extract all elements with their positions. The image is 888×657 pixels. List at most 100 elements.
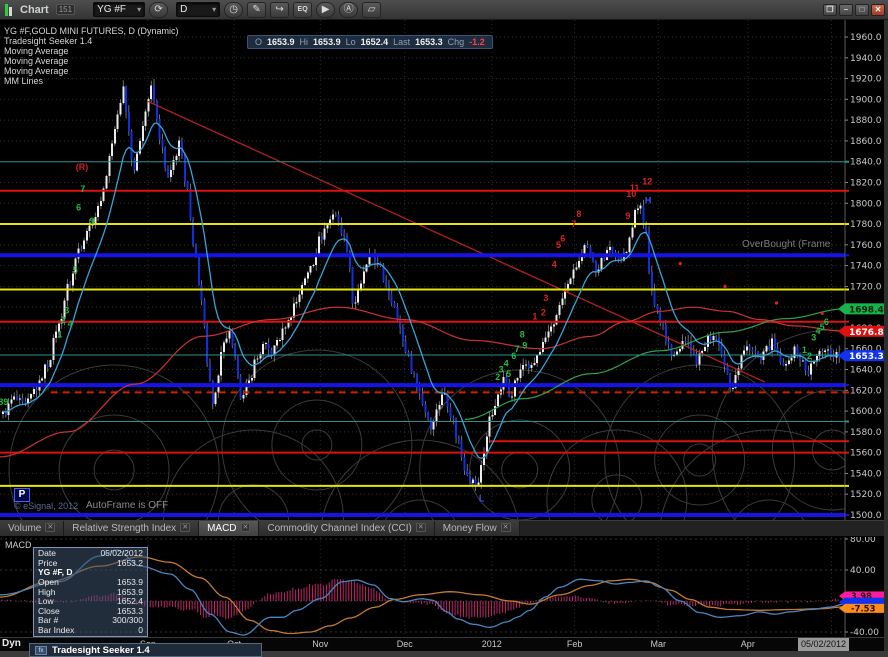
svg-text:1740.0: 1740.0 [850, 262, 882, 272]
svg-text:1676.8: 1676.8 [849, 328, 884, 338]
tab-macd[interactable]: MACD ✕ [199, 521, 260, 536]
tradesight-icon: fx [35, 645, 47, 655]
macd-pane[interactable]: 80.00 40.00 -40.00 3.98 -7.53 MACD Date 05/02… [0, 537, 888, 637]
svg-text:40.00: 40.00 [850, 566, 876, 576]
svg-text:1: 1 [532, 312, 537, 322]
chevron-down-icon: ▾ [137, 5, 142, 14]
quote-value: 1653.9 [313, 37, 341, 47]
svg-text:4: 4 [552, 260, 557, 270]
svg-text:1520.0: 1520.0 [850, 490, 882, 500]
tooltip-row: YG #F, D [38, 567, 73, 578]
chart-badge: 151 [55, 4, 76, 15]
symbol-refresh-button[interactable]: ⟳ [149, 1, 169, 18]
tab-relative-strength-index[interactable]: Relative Strength Index ✕ [64, 521, 200, 536]
svg-text:4: 4 [68, 319, 73, 329]
page-marker-badge[interactable]: P [14, 488, 30, 502]
quote-label: O [255, 37, 263, 47]
svg-text:H: H [645, 195, 652, 205]
tooltip-row: Bar Index 0 [38, 625, 143, 635]
quote-value: 1653.3 [415, 37, 443, 47]
svg-text:2: 2 [61, 315, 66, 325]
svg-text:1720.0: 1720.0 [850, 282, 882, 292]
time-axis-label: 2012 [481, 639, 502, 649]
cursor-data-tooltip: Date 05/02/2012 Price 1653.2 YG #F, D Open 165… [33, 547, 148, 637]
svg-text:12: 12 [642, 177, 652, 187]
chevron-down-icon: ▾ [212, 5, 217, 14]
legend-line: Moving Average [4, 56, 69, 66]
svg-text:(R): (R) [76, 162, 89, 172]
svg-text:5: 5 [506, 369, 511, 379]
tooltip-row: Open 1653.9 [38, 576, 143, 587]
svg-text:1580.0: 1580.0 [850, 428, 882, 438]
svg-text:1940.0: 1940.0 [850, 54, 882, 64]
interval-value: D [180, 4, 188, 15]
svg-text:1760.0: 1760.0 [850, 241, 882, 251]
svg-text:7: 7 [571, 219, 576, 229]
quote-label: Chg [447, 37, 465, 47]
restore-button[interactable]: ❐ [823, 3, 837, 16]
tab-money-flow[interactable]: Money Flow ✕ [434, 521, 520, 536]
tradesight-status-box: fx Tradesight Seeker 1.4 [29, 643, 262, 657]
svg-text:1640.0: 1640.0 [850, 366, 882, 376]
svg-text:1780.0: 1780.0 [850, 220, 882, 230]
svg-text:9: 9 [522, 341, 527, 351]
quote-value: 1653.9 [267, 37, 295, 47]
svg-text:1820.0: 1820.0 [850, 178, 882, 188]
svg-text:1620.0: 1620.0 [850, 386, 882, 396]
svg-text:1880.0: 1880.0 [850, 116, 882, 126]
time-axis-label: Feb [566, 639, 583, 649]
symbol-combo[interactable]: YG #F ▾ [93, 2, 146, 17]
svg-text:9: 9 [625, 211, 630, 221]
maximize-button[interactable]: □ [855, 3, 869, 16]
svg-text:1: 1 [57, 329, 62, 339]
svg-text:80.00: 80.00 [850, 537, 876, 545]
tradesight-status-text: Tradesight Seeker 1.4 [52, 644, 150, 656]
svg-text:9: 9 [90, 216, 95, 226]
close-tab-icon[interactable]: ✕ [500, 523, 511, 532]
price-chart-pane[interactable]: 89 1 2 3 4 5 6 7 9 (R) 2 3 4 5 6 7 8 9 1 2 3 4 5 6 7 8 9 10 11 12 H L 1 2… [0, 20, 888, 520]
close-tab-icon[interactable]: ✕ [180, 523, 191, 532]
interval-clock-button[interactable]: ◷ [224, 1, 244, 18]
svg-text:1800.0: 1800.0 [850, 199, 882, 209]
dynamic-mode-label: Dyn [2, 638, 21, 649]
svg-text:1900.0: 1900.0 [850, 95, 882, 105]
quote-bar: O 1653.9 Hi 1653.9 Lo 1652.4 Last 1653.3 Chg -1.2 [247, 35, 493, 49]
close-tab-icon[interactable]: ✕ [45, 523, 56, 532]
eraser-button[interactable]: ▱ [362, 1, 382, 18]
quote-value: -1.2 [469, 37, 485, 47]
svg-text:4: 4 [504, 358, 509, 368]
svg-text:1840.0: 1840.0 [850, 158, 882, 168]
close-tab-icon[interactable]: ✕ [415, 523, 426, 532]
svg-text:1960.0: 1960.0 [850, 33, 882, 43]
overbought-frame-label: OverBought (Frame [742, 239, 831, 250]
quote-label: Lo [345, 37, 356, 47]
formula-eq-button[interactable]: EQ [293, 1, 313, 18]
tab-volume[interactable]: Volume ✕ [0, 521, 65, 536]
close-tab-icon[interactable]: ✕ [240, 523, 251, 532]
svg-text:11: 11 [630, 183, 640, 193]
legend-line: Tradesight Seeker 1.4 [4, 36, 93, 46]
esignal-copyright: © eSignal, 2012 [14, 501, 79, 511]
replay-button[interactable]: ↪ [270, 1, 290, 18]
price-chart-canvas[interactable]: 8912345679(R)234567891 2345678 9101112HL12… [0, 20, 888, 520]
tab-commodity-channel-index-cci-[interactable]: Commodity Channel Index (CCI) ✕ [259, 521, 435, 536]
quote-label: Hi [299, 37, 309, 47]
svg-text:-40.00: -40.00 [850, 628, 879, 637]
chart-legend: YG #F,GOLD MINI FUTURES, D (Dynamic) Trad… [4, 26, 179, 86]
svg-text:7: 7 [80, 184, 85, 194]
tooltip-row: Low 1652.4 [38, 596, 143, 607]
svg-text:5: 5 [73, 265, 78, 275]
tooltip-row: Date 05/02/2012 [38, 548, 143, 558]
close-button[interactable]: ✕ [871, 3, 885, 16]
macd-title: MACD [5, 540, 32, 550]
svg-text:3: 3 [543, 293, 548, 303]
svg-text:6: 6 [76, 203, 81, 213]
svg-text:1500.0: 1500.0 [850, 511, 882, 520]
draw-pencil-button[interactable]: ✎ [247, 1, 267, 18]
time-axis-label: Dec [396, 639, 413, 649]
interval-combo[interactable]: D ▾ [176, 2, 221, 17]
play-button[interactable]: ▶ [316, 1, 336, 18]
auto-button[interactable]: Ⓐ [339, 1, 359, 18]
minimize-button[interactable]: – [839, 3, 853, 16]
autoframe-status: AutoFrame is OFF [86, 500, 169, 511]
